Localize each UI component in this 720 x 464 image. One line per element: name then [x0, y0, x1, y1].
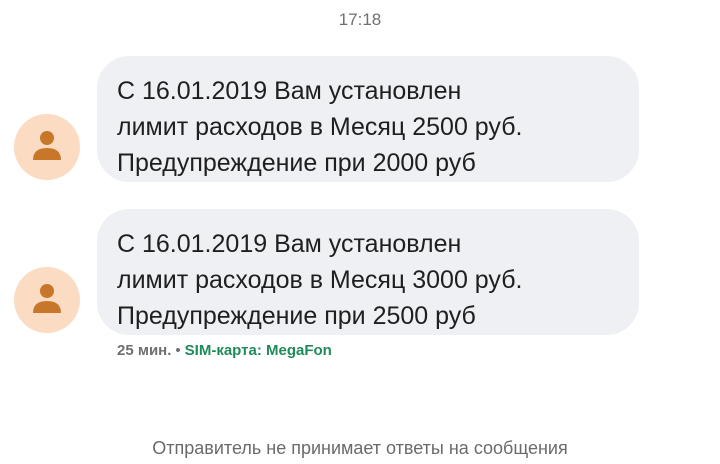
message-meta: 25 мин. • SIM-карта: MegaFon — [117, 342, 332, 359]
message-time-header: 17:18 — [338, 10, 382, 29]
no-reply-notice: Отправитель не принимает ответы на сообщ… — [152, 438, 568, 458]
message-bubble[interactable]: С 16.01.2019 Вам установлен лимит расход… — [97, 56, 639, 182]
sender-avatar[interactable] — [14, 267, 80, 333]
message-age: 25 мин. — [117, 342, 172, 359]
person-icon — [33, 131, 61, 160]
conversation-screen: 17:18 С 16.01.2019 Вам установлен лимит … — [0, 0, 720, 464]
message-text: С 16.01.2019 Вам установлен лимит расход… — [117, 77, 523, 177]
message-bubble[interactable]: С 16.01.2019 Вам установлен лимит расход… — [97, 209, 639, 335]
person-icon — [33, 284, 61, 313]
meta-separator: • — [175, 342, 181, 359]
sender-avatar[interactable] — [14, 114, 80, 180]
message-text: С 16.01.2019 Вам установлен лимит расход… — [117, 230, 523, 330]
sim-card-label: SIM-карта: MegaFon — [184, 342, 332, 359]
